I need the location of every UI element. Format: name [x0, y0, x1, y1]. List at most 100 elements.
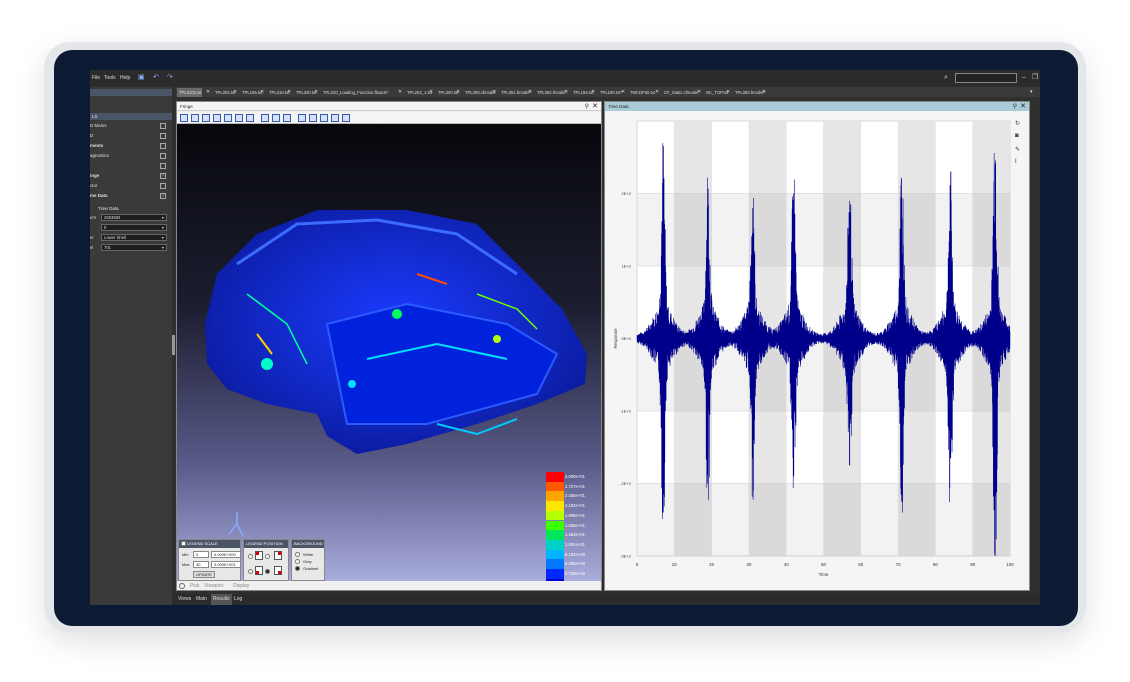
- save-icon[interactable]: ▣: [138, 74, 145, 82]
- undo-icon[interactable]: ↶: [153, 74, 159, 82]
- cube-view-icon[interactable]: [180, 114, 188, 122]
- position-tl-icon[interactable]: [255, 551, 263, 560]
- redo-icon[interactable]: ↷: [167, 74, 173, 82]
- doc-tab[interactable]: TMCDF50.txt: [628, 88, 655, 97]
- tab-close-icon[interactable]: ✕: [312, 88, 318, 97]
- sidebar-dropdown[interactable]: 701 ▾: [101, 244, 167, 251]
- collapse-icon[interactable]: [179, 583, 185, 589]
- sidebar-item[interactable]: agnostics: [90, 151, 172, 160]
- tab-pick[interactable]: Pick: [190, 581, 199, 590]
- tabs-dropdown-icon[interactable]: ▾: [1028, 88, 1033, 97]
- sidebar-item[interactable]: D Mains: [90, 121, 172, 130]
- tab-close-icon[interactable]: ✕: [562, 88, 568, 97]
- max-input[interactable]: 30: [193, 561, 209, 568]
- shield-icon[interactable]: [342, 114, 350, 122]
- tab-close-icon[interactable]: ✕: [695, 88, 701, 97]
- sidebar-checkbox[interactable]: [160, 153, 166, 159]
- fit-icon[interactable]: [261, 114, 269, 122]
- sidebar-checkbox[interactable]: [160, 123, 166, 129]
- 3d-viewport[interactable]: 3.000e+01 2.727e+01 2.455e+01 2.182e+01 1.90…: [177, 124, 601, 589]
- sidebar-dropdown[interactable]: 2553683 ▾: [101, 214, 167, 221]
- axis-icon[interactable]: [320, 114, 328, 122]
- close-icon[interactable]: ✕: [592, 102, 598, 110]
- sidebar-checkbox[interactable]: [160, 163, 166, 169]
- sidebar-item[interactable]: me Data ✓: [90, 191, 172, 200]
- tab-close-icon[interactable]: ✕: [490, 88, 496, 97]
- sidebar-item[interactable]: D: [90, 131, 172, 140]
- camera-icon[interactable]: ◙: [1015, 133, 1019, 139]
- cube-view-icon[interactable]: [235, 114, 243, 122]
- menu-file[interactable]: File: [92, 75, 100, 81]
- min-input[interactable]: 0: [193, 551, 209, 558]
- sidebar-item[interactable]: ctor: [90, 181, 172, 190]
- tab-results[interactable]: Results: [211, 594, 232, 605]
- tab-close-icon[interactable]: ✕: [204, 88, 210, 97]
- tab-close-icon[interactable]: ✕: [231, 88, 237, 97]
- tab-close-icon[interactable]: ✕: [619, 88, 625, 97]
- tab-close-icon[interactable]: ✕: [285, 88, 291, 97]
- position-br-icon[interactable]: [274, 566, 282, 575]
- sidebar-checkbox[interactable]: [160, 143, 166, 149]
- position-radio-tl[interactable]: [248, 554, 253, 559]
- sidebar-checkbox[interactable]: ✓: [160, 193, 166, 199]
- update-button[interactable]: UPDATE: [193, 571, 215, 578]
- tab-viewport[interactable]: Viewport: [204, 581, 223, 590]
- background-radio[interactable]: [295, 566, 300, 571]
- sidebar-splitter[interactable]: [172, 335, 175, 355]
- tab-close-icon[interactable]: ✕: [589, 88, 595, 97]
- redo-icon[interactable]: [309, 114, 317, 122]
- edit-icon[interactable]: ✎: [1015, 146, 1020, 153]
- menu-help[interactable]: Help: [120, 75, 130, 81]
- close-icon[interactable]: ✕: [1020, 102, 1026, 110]
- cube-view-icon[interactable]: [202, 114, 210, 122]
- sidebar-dropdown[interactable]: Lower Shell ▾: [101, 234, 167, 241]
- cube-view-icon[interactable]: [213, 114, 221, 122]
- tab-main[interactable]: Main: [194, 594, 209, 605]
- sidebar-checkbox[interactable]: [160, 133, 166, 139]
- cube-view-icon[interactable]: [191, 114, 199, 122]
- legend-scale-checkbox[interactable]: [181, 541, 186, 546]
- tab-display[interactable]: Display: [233, 581, 249, 590]
- position-radio-bl[interactable]: [248, 569, 253, 574]
- undo-icon[interactable]: [298, 114, 306, 122]
- sidebar-checkbox[interactable]: ✓: [160, 173, 166, 179]
- sidebar-item[interactable]: [90, 161, 172, 170]
- select-icon[interactable]: [283, 114, 291, 122]
- tab-log[interactable]: Log: [232, 594, 244, 605]
- doc-tab[interactable]: TPL352.fmodel: [535, 88, 565, 97]
- tab-close-icon[interactable]: ✕: [653, 88, 659, 97]
- doc-tab[interactable]: TPL220_Loading_Function.fbxadx*: [321, 88, 388, 97]
- sidebar-item[interactable]: ments: [90, 141, 172, 150]
- position-radio-br[interactable]: [265, 569, 270, 574]
- tab-close-icon[interactable]: ✕: [454, 88, 460, 97]
- restore-icon[interactable]: ❐: [1032, 74, 1038, 82]
- sidebar-checkbox[interactable]: [160, 183, 166, 189]
- sidebar-item[interactable]: inge ✓: [90, 171, 172, 180]
- position-bl-icon[interactable]: [255, 566, 263, 575]
- tab-close-icon[interactable]: ✕: [258, 88, 264, 97]
- minimize-icon[interactable]: –: [1022, 74, 1026, 82]
- cube-view-icon[interactable]: [246, 114, 254, 122]
- tree-icon[interactable]: [331, 114, 339, 122]
- background-radio[interactable]: [295, 552, 300, 557]
- tab-close-icon[interactable]: ✕: [526, 88, 532, 97]
- sidebar-dropdown[interactable]: 0 ▾: [101, 224, 167, 231]
- tab-close-icon[interactable]: ✕: [760, 88, 766, 97]
- position-radio-tr[interactable]: [265, 554, 270, 559]
- pin-icon[interactable]: ⚲: [1013, 103, 1017, 110]
- pin-icon[interactable]: ⚲: [585, 103, 589, 110]
- tab-close-icon[interactable]: ✕: [396, 88, 402, 97]
- cursor-icon[interactable]: I: [1015, 159, 1017, 165]
- menu-tools[interactable]: Tools: [104, 75, 116, 81]
- doc-tab[interactable]: TPL3102.txt: [177, 88, 202, 97]
- background-radio[interactable]: [295, 559, 300, 564]
- tab-close-icon[interactable]: ✕: [724, 88, 730, 97]
- refresh-icon[interactable]: ↻: [1015, 120, 1020, 127]
- tab-close-icon[interactable]: ✕: [427, 88, 433, 97]
- doc-tab[interactable]: CF_Static.cfmodel: [662, 88, 698, 97]
- search-input[interactable]: [955, 73, 1017, 83]
- cube-view-icon[interactable]: [224, 114, 232, 122]
- position-tr-icon[interactable]: [274, 551, 282, 560]
- tab-views[interactable]: Views: [176, 594, 193, 605]
- rotate-icon[interactable]: [272, 114, 280, 122]
